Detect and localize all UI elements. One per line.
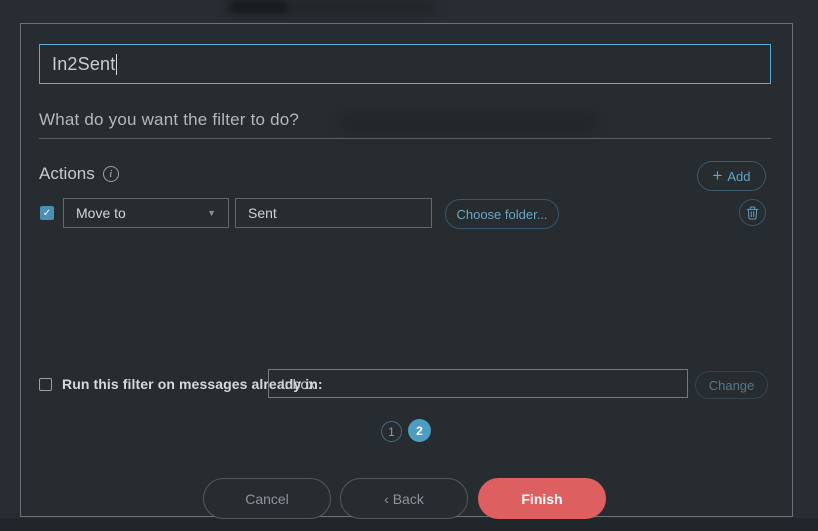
caret-down-icon: ▼ — [207, 208, 216, 218]
info-icon[interactable]: i — [102, 166, 119, 182]
plus-icon: + — [712, 165, 723, 185]
screen-backdrop: In2Sent What do you want the filter to d… — [0, 0, 818, 531]
action-type-select[interactable]: Move to ▼ — [63, 198, 229, 228]
actions-section-title: Actions i — [39, 164, 119, 184]
filter-name-input[interactable]: In2Sent — [39, 44, 771, 84]
heading-divider — [39, 138, 771, 139]
filter-name-value: In2Sent — [52, 53, 116, 74]
actions-title-label: Actions — [39, 164, 95, 183]
check-icon: ✓ — [42, 207, 52, 219]
add-button-label: Add — [727, 168, 751, 184]
action-folder-input[interactable]: Sent — [235, 198, 432, 228]
run-filter-folder-value: Inbox — [281, 375, 316, 392]
delete-action-button[interactable] — [739, 199, 766, 226]
filter-wizard-dialog: In2Sent What do you want the filter to d… — [20, 23, 793, 519]
add-action-button[interactable]: + Add — [697, 161, 766, 191]
text-cursor — [116, 53, 118, 75]
finish-button[interactable]: Finish — [478, 478, 606, 519]
trash-icon — [746, 206, 759, 219]
pagination-dot-2-active[interactable]: 2 — [408, 419, 431, 442]
backdrop-blur-blob — [231, 1, 287, 13]
cancel-button[interactable]: Cancel — [203, 478, 331, 519]
pagination-dot-1[interactable]: 1 — [381, 421, 402, 442]
back-button[interactable]: ‹ Back — [340, 478, 468, 519]
action-row-checkbox[interactable]: ✓ — [40, 206, 54, 220]
choose-folder-button[interactable]: Choose folder... — [445, 199, 559, 229]
backdrop-bottom-band — [0, 518, 818, 531]
run-filter-folder-input[interactable]: Inbox — [268, 369, 688, 398]
run-filter-checkbox[interactable] — [39, 378, 52, 391]
change-folder-button[interactable]: Change — [695, 371, 768, 399]
dialog-blur-smudge — [340, 112, 595, 133]
action-type-value: Move to — [76, 205, 126, 221]
action-folder-value: Sent — [248, 205, 277, 221]
step-heading: What do you want the filter to do? — [39, 110, 300, 129]
